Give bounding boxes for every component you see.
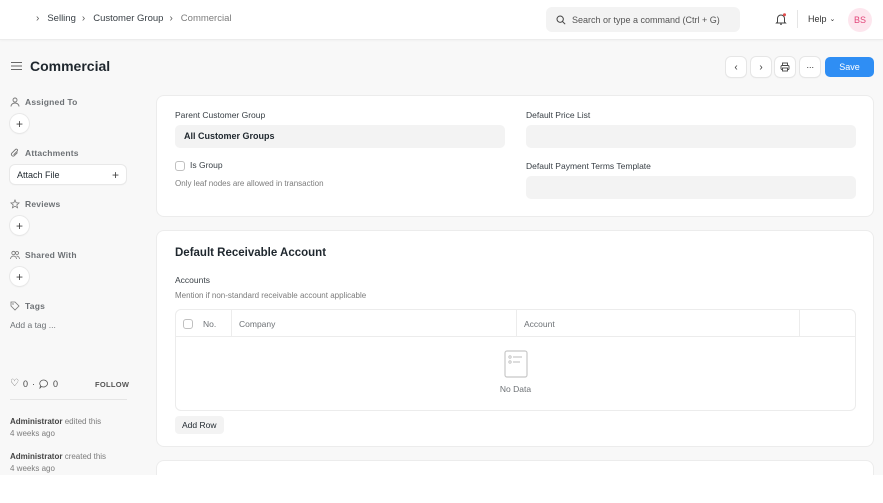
header-account: Account	[517, 310, 800, 337]
header-company: Company	[232, 310, 517, 337]
app-viewport: › Selling › Customer Group › Commercial …	[0, 0, 883, 475]
follow-button[interactable]: FOLLOW	[95, 380, 129, 389]
users-icon	[10, 250, 20, 260]
breadcrumb: › Selling › Customer Group › Commercial	[36, 13, 231, 24]
plus-icon: +	[15, 269, 23, 284]
more-actions-button[interactable]: ···	[800, 57, 820, 77]
save-button[interactable]: Save	[825, 57, 874, 77]
notification-bell-icon[interactable]	[774, 12, 788, 26]
payment-terms-input[interactable]	[526, 176, 856, 199]
user-icon	[10, 97, 20, 107]
accounts-description: Mention if non-standard receivable accou…	[175, 291, 367, 300]
search-input[interactable]: Search or type a command (Ctrl + G)	[546, 7, 740, 32]
activity-item: Administrator edited this 4 weeks ago	[10, 416, 101, 440]
empty-state: No Data	[176, 350, 855, 394]
plus-icon: +	[15, 116, 23, 131]
plus-icon: +	[15, 218, 23, 233]
add-share-button[interactable]: +	[10, 267, 29, 286]
add-review-button[interactable]: +	[10, 216, 29, 235]
tag-icon	[10, 301, 20, 311]
header-actions	[800, 310, 856, 337]
comments-count: 0	[52, 378, 58, 389]
activity-time: 4 weeks ago	[10, 464, 55, 473]
tags-label: Tags	[10, 301, 45, 311]
likes-comments: ♡ 0 · 0	[10, 378, 58, 389]
header-no: No.	[176, 310, 232, 337]
comment-icon[interactable]	[39, 379, 49, 389]
help-label: Help	[808, 14, 827, 24]
chevron-right-icon: ›	[169, 13, 173, 24]
activity-user[interactable]: Administrator	[10, 452, 62, 461]
help-dropdown[interactable]: Help ⌄	[808, 14, 835, 24]
is-group-description: Only leaf nodes are allowed in transacti…	[175, 179, 324, 188]
attach-file-button[interactable]: Attach File +	[10, 165, 126, 184]
is-group-label: Is Group	[190, 160, 223, 170]
assigned-to-label: Assigned To	[10, 97, 78, 107]
breadcrumb-customer-group[interactable]: Customer Group	[93, 13, 163, 24]
previous-button[interactable]: ‹	[726, 57, 746, 77]
payment-terms-label: Default Payment Terms Template	[526, 161, 651, 171]
attachments-label: Attachments	[10, 148, 79, 158]
navbar-divider	[797, 10, 798, 28]
search-placeholder: Search or type a command (Ctrl + G)	[572, 14, 720, 25]
paperclip-icon	[10, 148, 18, 157]
search-icon	[556, 15, 566, 25]
is-group-checkbox[interactable]	[175, 161, 185, 171]
column-no: No.	[203, 318, 217, 329]
activity-time: 4 weeks ago	[10, 429, 55, 438]
notification-dot	[783, 13, 786, 17]
ellipsis-icon: ···	[806, 62, 814, 72]
price-list-label: Default Price List	[526, 110, 591, 120]
sidebar-divider	[10, 399, 127, 400]
star-icon	[10, 199, 20, 209]
details-section: Parent Customer Group All Customer Group…	[157, 96, 873, 216]
navbar: › Selling › Customer Group › Commercial …	[0, 0, 883, 40]
chevron-left-icon: ‹	[734, 61, 738, 73]
attachments-text: Attachments	[25, 148, 79, 158]
price-list-input[interactable]	[526, 125, 856, 148]
chevron-right-icon: ›	[81, 13, 86, 24]
page-title: Commercial	[30, 58, 111, 74]
print-button[interactable]	[775, 57, 795, 77]
assigned-to-text: Assigned To	[25, 97, 78, 107]
add-assignee-button[interactable]: +	[10, 114, 29, 133]
breadcrumb-selling[interactable]: Selling	[47, 13, 76, 24]
avatar[interactable]: BS	[848, 8, 872, 32]
add-tag-link[interactable]: Add a tag ...	[10, 320, 56, 330]
activity-action: created this	[64, 452, 107, 461]
empty-list-icon	[503, 350, 528, 378]
shared-with-label: Shared With	[10, 250, 77, 260]
tags-text: Tags	[25, 301, 46, 311]
sidebar-toggle-icon[interactable]	[11, 61, 22, 71]
likes-count: 0	[22, 378, 28, 389]
no-data-text: No Data	[499, 384, 532, 394]
accounts-table: No. Company Account No Data	[175, 309, 856, 411]
table-header: No. Company Account	[176, 310, 855, 337]
heart-icon[interactable]: ♡	[10, 378, 19, 389]
next-section	[157, 461, 873, 475]
chevron-right-icon: ›	[36, 13, 40, 24]
add-row-button[interactable]: Add Row	[175, 416, 224, 434]
receivable-account-section: Default Receivable Account Accounts Ment…	[157, 231, 873, 446]
chevron-right-icon: ›	[759, 61, 763, 73]
activity-user[interactable]: Administrator	[10, 417, 62, 426]
breadcrumb-current[interactable]: Commercial	[181, 13, 232, 24]
page-head: Commercial ‹ › ··· Save	[0, 50, 883, 84]
select-all-checkbox[interactable]	[183, 318, 193, 329]
accounts-label: Accounts	[175, 275, 210, 285]
section-title: Default Receivable Account	[175, 247, 327, 259]
chevron-down-icon: ⌄	[829, 16, 836, 23]
activity-action: edited this	[64, 417, 102, 426]
parent-group-input[interactable]: All Customer Groups	[175, 125, 505, 148]
printer-icon	[780, 62, 790, 72]
shared-with-text: Shared With	[25, 250, 77, 260]
reviews-text: Reviews	[25, 199, 61, 209]
next-button[interactable]: ›	[751, 57, 771, 77]
plus-icon: +	[111, 167, 119, 182]
activity-item: Administrator created this 4 weeks ago	[10, 451, 106, 475]
dot-separator: ·	[31, 378, 35, 389]
parent-group-label: Parent Customer Group	[175, 110, 266, 120]
attach-file-label: Attach File	[17, 169, 60, 180]
reviews-label: Reviews	[10, 199, 60, 209]
